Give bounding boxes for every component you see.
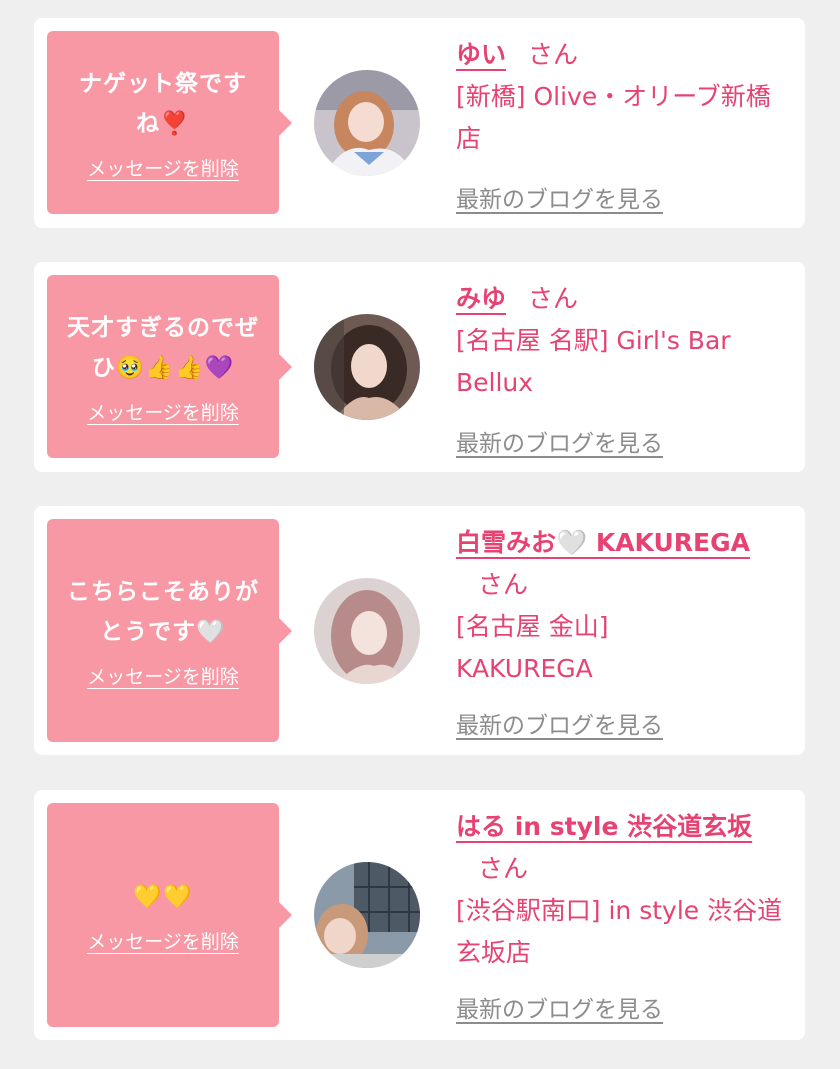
- honorific: さん: [528, 40, 579, 69]
- sender-name-link[interactable]: 白雪みお🤍 KAKUREGA: [456, 528, 750, 557]
- delete-message-link[interactable]: メッセージを削除: [87, 927, 239, 954]
- shop-name: [名古屋 金山] KAKUREGA: [456, 612, 609, 683]
- message-card: ナゲット祭ですね❣️ メッセージを削除 ゆい さん [新橋] Olive・オリーブ…: [34, 18, 805, 228]
- message-text: こちらこそありがとうです🤍: [67, 579, 259, 645]
- avatar[interactable]: [314, 70, 420, 176]
- shop-name: [新橋] Olive・オリーブ新橋店: [456, 82, 771, 153]
- latest-blog-link[interactable]: 最新のブログを見る: [456, 180, 663, 214]
- message-card: こちらこそありがとうです🤍 メッセージを削除 白雪みお🤍 KAKUREGA さん …: [34, 506, 805, 755]
- shop-name: [名古屋 名駅] Girl's Bar Bellux: [456, 326, 731, 397]
- avatar[interactable]: [314, 314, 420, 420]
- sender-name-link[interactable]: ゆい: [456, 40, 506, 69]
- latest-blog-link[interactable]: 最新のブログを見る: [456, 424, 663, 458]
- avatar-image: [314, 70, 420, 176]
- avatar-image: [314, 862, 420, 968]
- sender-name-link[interactable]: はる in style 渋谷道玄坂: [456, 812, 752, 841]
- message-text: 💛💛: [133, 883, 193, 910]
- avatar[interactable]: [314, 577, 420, 684]
- latest-blog-link[interactable]: 最新のブログを見る: [456, 990, 663, 1024]
- avatar-image: [314, 314, 420, 420]
- delete-message-link[interactable]: メッセージを削除: [87, 662, 239, 689]
- shop-name: [渋谷駅南口] in style 渋谷道玄坂店: [456, 896, 783, 967]
- message-list: ナゲット祭ですね❣️ メッセージを削除 ゆい さん [新橋] Olive・オリーブ…: [0, 0, 840, 1069]
- sender-info: 白雪みお🤍 KAKUREGA さん [名古屋 金山] KAKUREGA: [456, 522, 791, 690]
- message-bubble: こちらこそありがとうです🤍 メッセージを削除: [47, 519, 292, 742]
- message-bubble: 天才すぎるのでぜひ🥹👍👍💜 メッセージを削除: [47, 275, 292, 458]
- message-card: 天才すぎるのでぜひ🥹👍👍💜 メッセージを削除 みゆ さん [名古屋 名駅] Gir…: [34, 262, 805, 472]
- sender-info: はる in style 渋谷道玄坂さん [渋谷駅南口] in style 渋谷道…: [456, 806, 791, 974]
- avatar[interactable]: [314, 862, 420, 968]
- message-bubble: 💛💛 メッセージを削除: [47, 803, 292, 1027]
- message-text: 天才すぎるのでぜひ🥹👍👍💜: [67, 315, 259, 381]
- honorific: さん: [528, 284, 579, 313]
- message-bubble: ナゲット祭ですね❣️ メッセージを削除: [47, 31, 292, 214]
- honorific: さん: [478, 570, 529, 599]
- message-card: 💛💛 メッセージを削除 はる in style 渋谷道玄坂さん [渋谷駅南口]: [34, 790, 805, 1040]
- delete-message-link[interactable]: メッセージを削除: [87, 154, 239, 181]
- message-text: ナゲット祭ですね❣️: [79, 71, 247, 137]
- sender-info: ゆい さん [新橋] Olive・オリーブ新橋店: [456, 34, 791, 160]
- avatar-image: [314, 577, 420, 684]
- sender-name-link[interactable]: みゆ: [456, 284, 506, 313]
- delete-message-link[interactable]: メッセージを削除: [87, 398, 239, 425]
- latest-blog-link[interactable]: 最新のブログを見る: [456, 706, 663, 740]
- sender-info: みゆ さん [名古屋 名駅] Girl's Bar Bellux: [456, 278, 791, 404]
- honorific: さん: [478, 854, 529, 883]
